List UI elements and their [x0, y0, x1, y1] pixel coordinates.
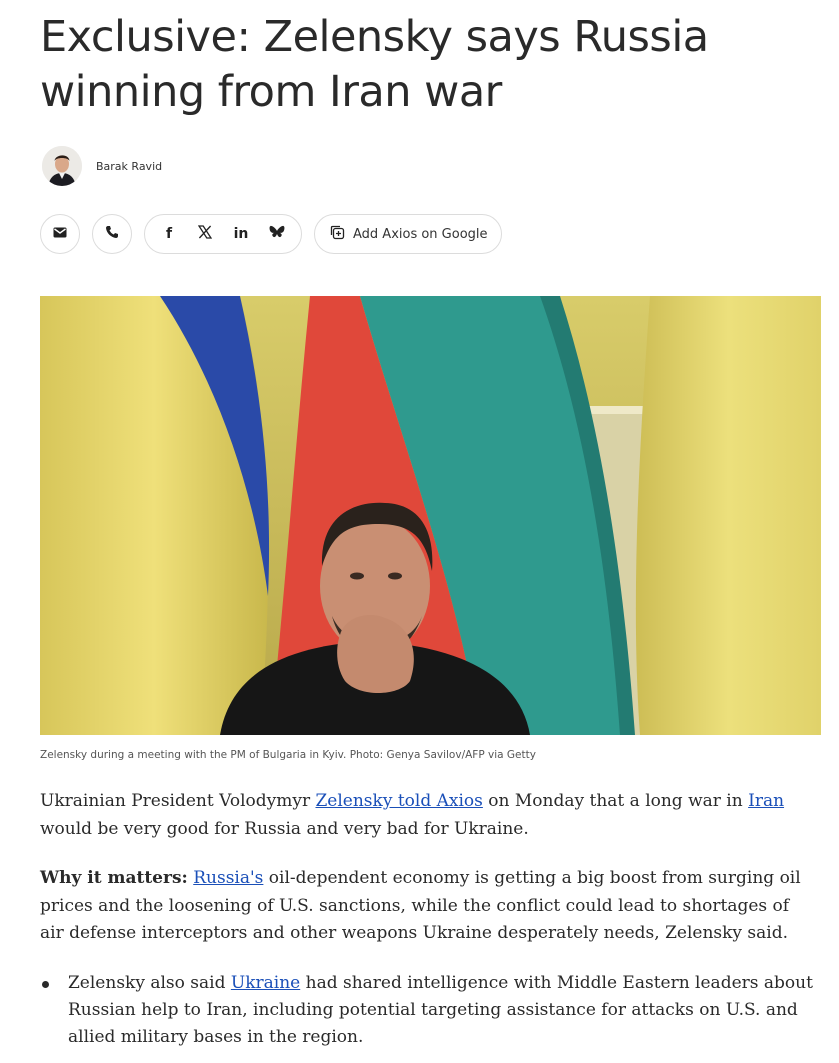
bullet-dot: [42, 981, 49, 988]
why-it-matters-label: Why it matters:: [40, 868, 188, 888]
zelensky-told-axios-link[interactable]: Zelensky told Axios: [315, 791, 482, 811]
bluesky-share-button[interactable]: [259, 215, 295, 253]
author-avatar[interactable]: [42, 146, 82, 186]
share-bar: f in Add Axios on Google: [40, 214, 502, 254]
ukraine-link[interactable]: Ukraine: [231, 973, 300, 993]
bullet-text: Zelensky also said Ukraine had shared in…: [68, 970, 818, 1051]
headline: Exclusive: Zelensky says Russia winning …: [40, 12, 709, 117]
x-share-button[interactable]: [187, 215, 223, 253]
bluesky-icon: [269, 225, 285, 244]
bullet-item: Zelensky also said Ukraine had shared in…: [40, 970, 820, 1051]
author-name[interactable]: Barak Ravid: [96, 160, 162, 173]
facebook-icon: f: [165, 226, 173, 242]
paragraph-1: Ukrainian President Volodymyr Zelensky t…: [40, 788, 810, 843]
byline: Barak Ravid: [42, 146, 162, 186]
email-icon: [53, 225, 67, 243]
photo-caption: Zelensky during a meeting with the PM of…: [40, 749, 536, 761]
phone-icon: [105, 225, 119, 244]
linkedin-icon: in: [233, 226, 249, 242]
lead-photo: [40, 296, 821, 735]
add-axios-google-button[interactable]: Add Axios on Google: [314, 214, 502, 254]
paragraph-text: would be very good for Russia and very b…: [40, 818, 529, 839]
iran-link[interactable]: Iran: [748, 791, 784, 811]
linkedin-share-button[interactable]: in: [223, 215, 259, 253]
email-share-button[interactable]: [40, 214, 80, 254]
paragraph-text: Ukrainian President Volodymyr: [40, 791, 316, 811]
x-icon: [197, 224, 213, 244]
add-source-icon: [329, 224, 345, 245]
paragraph-text: on Monday that a long war in: [482, 791, 749, 811]
facebook-share-button[interactable]: f: [151, 215, 187, 253]
bullet-text-part: Zelensky also said: [68, 973, 231, 993]
phone-share-button[interactable]: [92, 214, 132, 254]
paragraph-2: Why it matters: Russia's oil-dependent e…: [40, 865, 810, 948]
add-axios-google-label: Add Axios on Google: [353, 226, 488, 242]
russia-link[interactable]: Russia's: [193, 868, 263, 888]
social-share-group: f in: [144, 214, 302, 254]
